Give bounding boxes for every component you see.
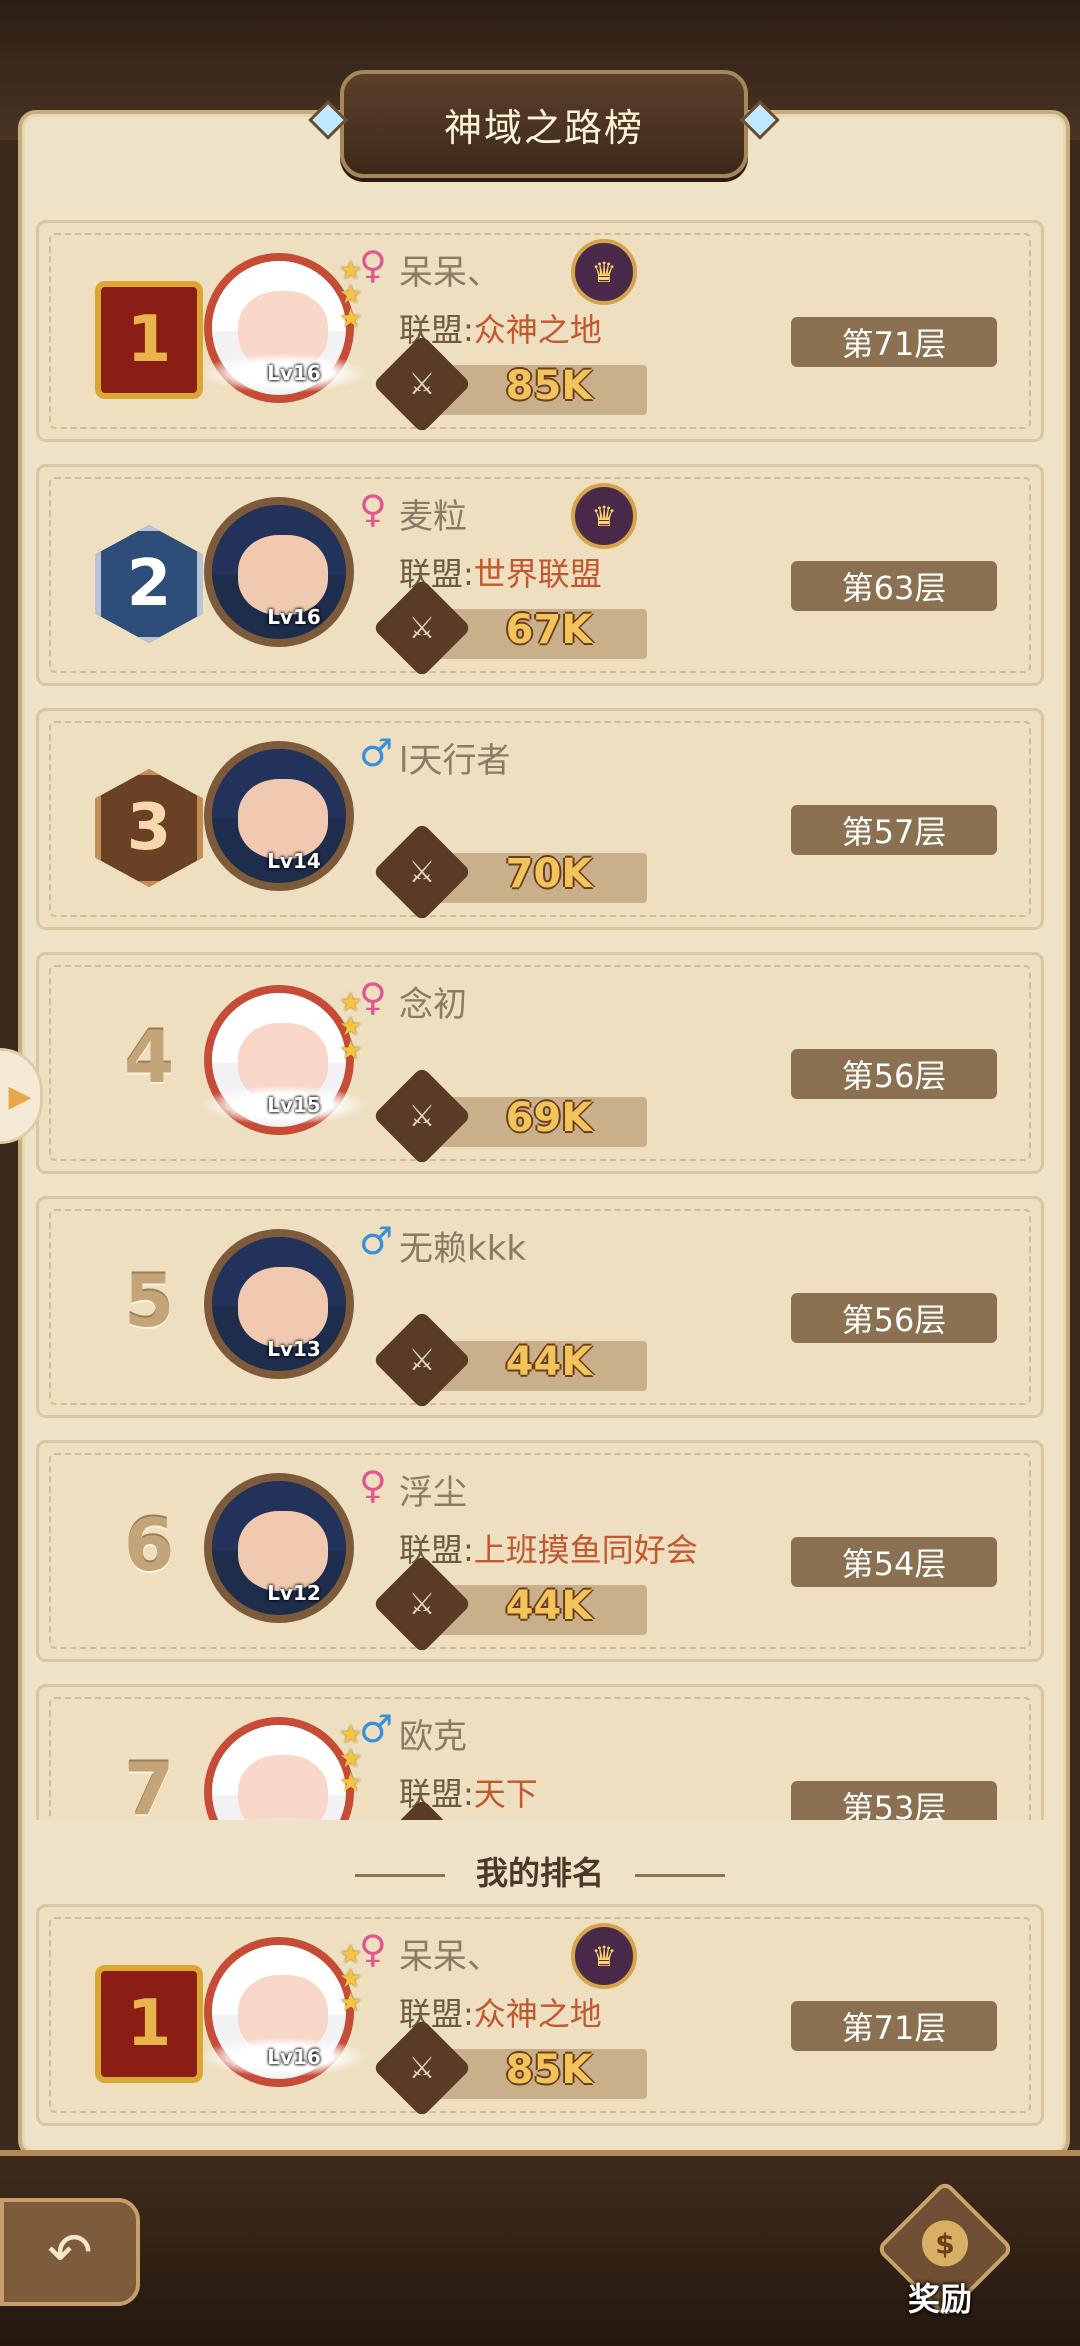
my-rank-row[interactable]: 1 Lv16 ★ ★ ★ ♀ 呆呆、 ♛ 联盟:众神之地 ⚔ 85K 第71层: [36, 1904, 1044, 2126]
floor-badge: 第54层: [791, 1537, 997, 1587]
gender-male-icon: ♂: [359, 1219, 394, 1263]
title-badge-icon[interactable]: ♛: [571, 483, 637, 549]
avatar[interactable]: [204, 1717, 354, 1820]
power-value: 44K: [505, 1583, 593, 1629]
power-value: 69K: [505, 1095, 593, 1141]
player-level: Lv16: [267, 605, 321, 629]
table-row[interactable]: 3 Lv14 ♂ l天行者 ⚔ 70K 第57层: [36, 708, 1044, 930]
back-arrow-icon: ↶: [47, 2220, 93, 2284]
player-level: Lv16: [267, 361, 321, 385]
rank-number: 5: [123, 1259, 175, 1343]
power-value: 70K: [505, 851, 593, 897]
player-name: 麦粒: [399, 497, 467, 537]
table-row[interactable]: 4 ★ ★ ★ Lv15 ♀ 念初 ⚔ 69K 第56层: [36, 952, 1044, 1174]
player-level: Lv13: [267, 1337, 321, 1361]
rank-number: 4: [123, 1015, 175, 1099]
power-value: 67K: [505, 607, 593, 653]
table-row[interactable]: 5 Lv13 ♂ 无赖kkk ⚔ 44K 第56层: [36, 1196, 1044, 1418]
player-level: Lv14: [267, 849, 321, 873]
alliance-info: 联盟:上班摸鱼同好会: [399, 1531, 698, 1569]
my-rank-section-label: 我的排名: [0, 1848, 1080, 1894]
sword-icon: ⚔: [372, 1066, 472, 1166]
floor-badge: 第71层: [791, 317, 997, 367]
rank-medal-gold: 1: [95, 281, 203, 399]
page-title: 神域之路榜: [340, 70, 748, 178]
rank-number: 6: [123, 1503, 175, 1587]
title-badge-icon[interactable]: ♛: [571, 1923, 637, 1989]
rank-medal-silver: 2: [95, 525, 203, 643]
player-level: Lv15: [267, 1093, 321, 1117]
floor-badge: 第56层: [791, 1049, 997, 1099]
rank-number: 7: [123, 1747, 175, 1820]
player-name: 呆呆、: [399, 1937, 501, 1977]
player-name: l天行者: [399, 741, 511, 781]
floor-badge: 第53层: [791, 1781, 997, 1820]
floor-badge: 第71层: [791, 2001, 997, 2051]
floor-badge: 第57层: [791, 805, 997, 855]
gender-female-icon: ♀: [359, 243, 387, 287]
gender-male-icon: ♂: [359, 731, 394, 775]
table-row[interactable]: 2 Lv16 ♀ 麦粒 ♛ 联盟:世界联盟 ⚔ 67K 第63层: [36, 464, 1044, 686]
sword-icon: ⚔: [372, 1310, 472, 1410]
gender-male-icon: ♂: [359, 1707, 394, 1751]
player-name: 无赖kkk: [399, 1229, 527, 1269]
gender-female-icon: ♀: [359, 1927, 387, 1971]
table-row[interactable]: 7 ★★★ ♂ 欧克 联盟:天下 ⚔ 第53层: [36, 1684, 1044, 1820]
gender-female-icon: ♀: [359, 975, 387, 1019]
table-row[interactable]: 6 Lv12 ♀ 浮尘 联盟:上班摸鱼同好会 ⚔ 44K 第54层: [36, 1440, 1044, 1662]
floor-badge: 第63层: [791, 561, 997, 611]
player-level: Lv16: [267, 2045, 321, 2069]
rank-medal-bronze: 3: [95, 769, 203, 887]
avatar-wings-icon: [199, 1817, 369, 1820]
back-button[interactable]: ↶: [0, 2198, 140, 2306]
title-badge-icon[interactable]: ♛: [571, 239, 637, 305]
player-name: 呆呆、: [399, 253, 501, 293]
reward-button[interactable]: $ 奖励: [870, 2179, 1015, 2330]
player-level: Lv12: [267, 1581, 321, 1605]
power-value: 85K: [505, 2047, 593, 2093]
floor-badge: 第56层: [791, 1293, 997, 1343]
sword-icon: ⚔: [372, 822, 472, 922]
ranking-list[interactable]: 1 ★ ★ ★ Lv16 ♀ 呆呆、 ♛ 联盟:众神之地 ⚔ 85K 第71层 2 …: [36, 220, 1044, 1820]
gender-female-icon: ♀: [359, 1463, 387, 1507]
gender-female-icon: ♀: [359, 487, 387, 531]
player-name: 念初: [399, 985, 467, 1025]
rank-medal-gold: 1: [95, 1965, 203, 2083]
power-value: 44K: [505, 1339, 593, 1385]
table-row[interactable]: 1 ★ ★ ★ Lv16 ♀ 呆呆、 ♛ 联盟:众神之地 ⚔ 85K 第71层: [36, 220, 1044, 442]
power-value: 85K: [505, 363, 593, 409]
player-name: 欧克: [399, 1717, 467, 1757]
player-name: 浮尘: [399, 1473, 467, 1513]
